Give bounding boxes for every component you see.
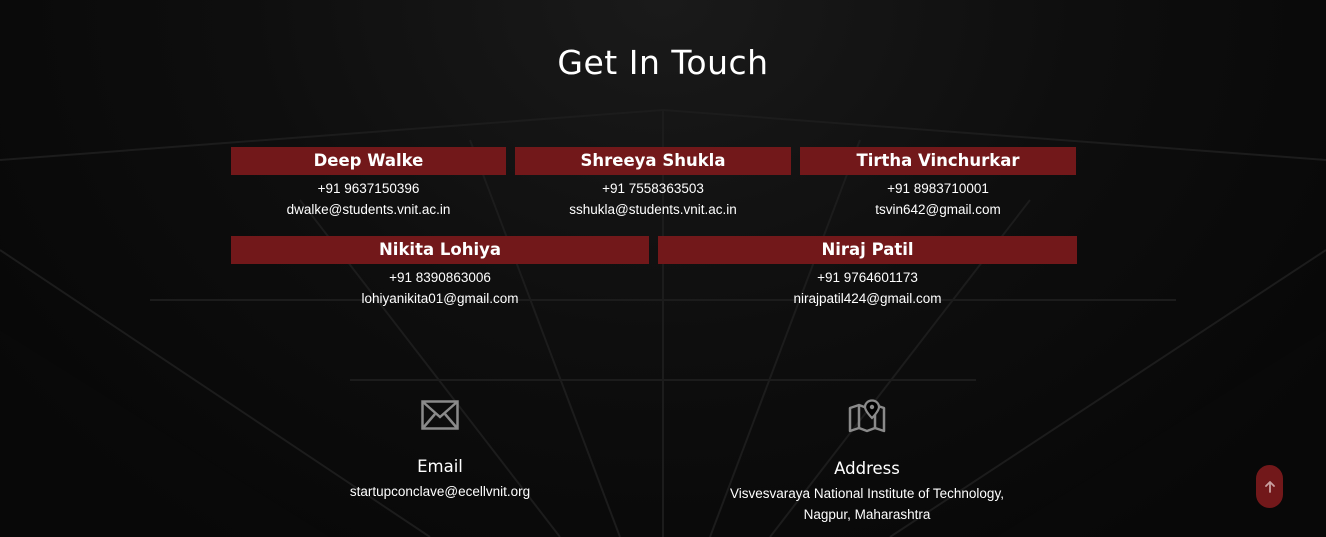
contact-email[interactable]: tsvin642@gmail.com [800,199,1076,220]
address-line-2: Nagpur, Maharashtra [803,507,931,522]
contact-email[interactable]: lohiyanikita01@gmail.com [231,288,649,309]
contact-email[interactable]: nirajpatil424@gmail.com [658,288,1077,309]
contact-name: Nikita Lohiya [231,236,649,264]
email-block: Email startupconclave@ecellvnit.org [290,399,590,502]
contact-card: Niraj Patil +91 9764601173 nirajpatil424… [658,236,1077,309]
scroll-to-top-button[interactable] [1256,465,1283,508]
contact-card: Nikita Lohiya +91 8390863006 lohiyanikit… [231,236,649,309]
arrow-up-icon [1264,480,1275,493]
contact-name: Shreeya Shukla [515,147,791,175]
contact-phone[interactable]: +91 9764601173 [658,267,1077,288]
section-title: Get In Touch [557,43,769,82]
email-label: Email [417,457,463,476]
contact-card: Tirtha Vinchurkar +91 8983710001 tsvin64… [800,147,1076,220]
contact-email[interactable]: sshukla@students.vnit.ac.in [515,199,791,220]
contact-name: Niraj Patil [658,236,1077,264]
contact-card: Deep Walke +91 9637150396 dwalke@student… [231,147,506,220]
contact-email[interactable]: dwalke@students.vnit.ac.in [231,199,506,220]
address-line-1: Visvesvaraya National Institute of Techn… [730,486,1004,501]
envelope-icon [421,400,459,430]
map-pin-icon [848,399,886,433]
contact-phone[interactable]: +91 8390863006 [231,267,649,288]
email-value[interactable]: startupconclave@ecellvnit.org [290,481,590,502]
contact-phone[interactable]: +91 9637150396 [231,178,506,199]
contact-phone[interactable]: +91 8983710001 [800,178,1076,199]
contact-card: Shreeya Shukla +91 7558363503 sshukla@st… [515,147,791,220]
address-label: Address [834,459,900,478]
contact-name: Tirtha Vinchurkar [800,147,1076,175]
contact-name: Deep Walke [231,147,506,175]
contact-phone[interactable]: +91 7558363503 [515,178,791,199]
address-block: Address Visvesvaraya National Institute … [707,399,1027,525]
